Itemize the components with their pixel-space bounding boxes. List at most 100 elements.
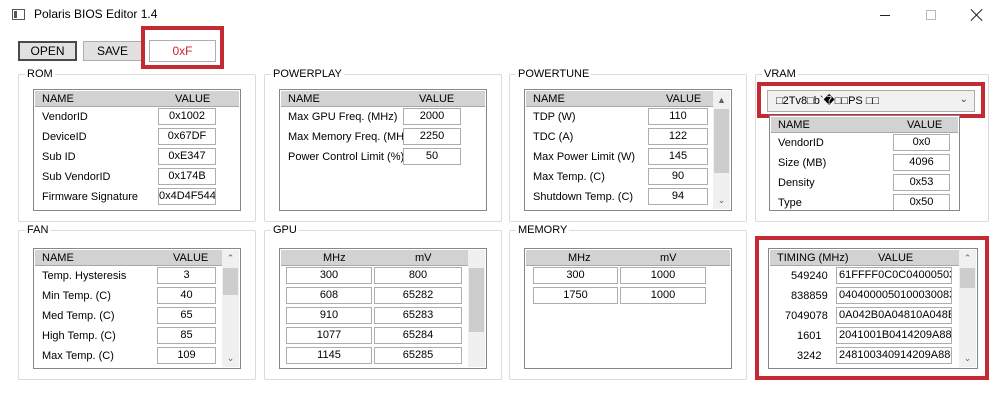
powertune-scrollbar[interactable]: ▲ ⌄ — [713, 91, 730, 209]
value-input[interactable]: 3 — [157, 267, 216, 284]
scroll-down-arrow-icon[interactable]: ⌄ — [713, 192, 730, 209]
mv-input[interactable]: 1000 — [620, 287, 706, 304]
mhz-input[interactable]: 1145 — [286, 347, 372, 364]
open-button[interactable]: OPEN — [18, 41, 77, 61]
row-label: DeviceID — [42, 131, 87, 143]
gpu-scrollbar[interactable] — [468, 250, 485, 367]
value-input[interactable]: 0x4D4F5441 — [158, 188, 216, 205]
mhz-input[interactable]: 1077 — [286, 327, 372, 344]
powerplay-table-header: NAME VALUE — [281, 91, 485, 107]
save-button[interactable]: SAVE — [83, 41, 142, 61]
timing-value-input[interactable]: 0A042B0A04810A048B0A — [836, 307, 952, 324]
timing-value-input[interactable]: 248100340914209A8800A — [836, 347, 952, 364]
table-row: 300 800 — [281, 266, 469, 286]
vram-table: NAME VALUE VendorID 0x0 Size (MB) 4096 D… — [769, 115, 960, 211]
column-header-mv: mV — [415, 252, 432, 264]
value-input[interactable]: 40 — [157, 287, 216, 304]
table-row: Max Temp. (C) 90 — [526, 167, 714, 187]
mhz-input[interactable]: 910 — [286, 307, 372, 324]
minimize-button[interactable] — [862, 0, 908, 30]
scrollbar-thumb[interactable] — [714, 109, 729, 173]
mhz-input[interactable]: 300 — [533, 267, 618, 284]
value-input[interactable]: 90 — [648, 168, 708, 185]
mv-input[interactable]: 65283 — [374, 307, 462, 324]
timing-scrollbar[interactable]: ⌃ ⌄ — [959, 250, 976, 367]
row-label: Med Temp. (C) — [42, 310, 115, 322]
scrollbar-thumb[interactable] — [223, 268, 238, 295]
column-header-name: NAME — [778, 119, 810, 131]
mv-input[interactable]: 800 — [374, 267, 462, 284]
fan-table[interactable]: NAME VALUE Temp. Hysteresis 3 Min Temp. … — [33, 248, 241, 369]
mhz-input[interactable]: 608 — [286, 287, 372, 304]
value-input[interactable]: 0x174B — [158, 168, 216, 185]
chevron-down-icon: ⌄ — [959, 94, 968, 105]
mhz-input[interactable]: 300 — [286, 267, 372, 284]
value-input[interactable]: 2250 — [403, 128, 461, 145]
timing-value-input[interactable]: 2041001B0414209A8800A — [836, 327, 952, 344]
value-input[interactable]: 85 — [157, 327, 216, 344]
row-label: VendorID — [42, 111, 88, 123]
mhz-input[interactable]: 1750 — [533, 287, 618, 304]
mv-input[interactable]: 65285 — [374, 347, 462, 364]
value-input[interactable]: 145 — [648, 148, 708, 165]
row-label: Density — [778, 177, 815, 189]
timing-mhz-label: 1601 — [797, 330, 822, 342]
hex-value-field[interactable]: 0xF — [149, 40, 216, 62]
table-row: Temp. Hysteresis 3 — [35, 266, 223, 286]
value-input[interactable]: 2000 — [403, 108, 461, 125]
value-input[interactable]: 0x67DF — [158, 128, 216, 145]
powertune-table[interactable]: NAME VALUE TDP (W) 110 TDC (A) 122 Max P… — [524, 89, 732, 211]
column-header-value: VALUE — [175, 93, 211, 105]
value-input[interactable]: 0x0 — [893, 134, 950, 151]
table-row: TDC (A) 122 — [526, 127, 714, 147]
table-row: 608 65282 — [281, 286, 469, 306]
mv-input[interactable]: 1000 — [620, 267, 706, 284]
table-row: Firmware Signature 0x4D4F5441 — [35, 187, 240, 207]
column-header-value: VALUE — [878, 252, 914, 264]
gpu-table[interactable]: MHz mV 300 800 608 65282 910 65283 1077 … — [279, 248, 487, 369]
rom-table: NAME VALUE VendorID 0x1002 DeviceID 0x67… — [33, 89, 241, 211]
column-header-mhz: MHz — [323, 252, 346, 264]
table-row: Med Temp. (C) 65 — [35, 306, 223, 326]
timing-value-input[interactable]: 04040000501000300831A0 — [836, 287, 952, 304]
timing-mhz-label: 7049078 — [785, 310, 828, 322]
value-input[interactable]: 0x50 — [893, 194, 950, 210]
value-input[interactable]: 65 — [157, 307, 216, 324]
minimize-icon — [880, 14, 890, 16]
value-input[interactable]: 50 — [403, 148, 461, 165]
table-row: Density 0x53 — [771, 173, 959, 193]
value-input[interactable]: 0x53 — [893, 174, 950, 191]
timing-table[interactable]: TIMING (MHz) VALUE 549240 61FFFF0C0C0400… — [768, 248, 978, 369]
value-input[interactable]: 110 — [648, 108, 708, 125]
scroll-down-arrow-icon[interactable]: ⌄ — [222, 350, 239, 367]
scroll-up-arrow-icon[interactable]: ⌃ — [959, 250, 976, 267]
value-input[interactable]: 0x1002 — [158, 108, 216, 125]
column-header-name: NAME — [533, 93, 565, 105]
timing-value-input[interactable]: 61FFFF0C0C04000503000 — [836, 267, 952, 284]
vram-select[interactable]: □2Tv8□b`�□□PS □□ ⌄ — [767, 90, 975, 112]
fan-scrollbar[interactable]: ⌃ ⌄ — [222, 250, 239, 367]
maximize-icon — [926, 10, 936, 20]
close-button[interactable] — [954, 0, 1000, 30]
maximize-button[interactable] — [908, 0, 954, 30]
scroll-down-arrow-icon[interactable]: ⌄ — [959, 350, 976, 367]
scroll-up-arrow-icon[interactable]: ▲ — [713, 91, 730, 108]
scroll-up-arrow-icon[interactable]: ⌃ — [222, 250, 239, 267]
value-input[interactable]: 122 — [648, 128, 708, 145]
column-header-mv: mV — [660, 252, 677, 264]
table-row: TDP (W) 110 — [526, 107, 714, 127]
mv-input[interactable]: 65284 — [374, 327, 462, 344]
scrollbar-thumb[interactable] — [469, 268, 484, 332]
value-input[interactable]: 4096 — [893, 154, 950, 171]
rom-group-title: ROM — [25, 67, 55, 81]
powerplay-group-title: POWERPLAY — [271, 67, 344, 81]
column-header-name: NAME — [288, 93, 320, 105]
mv-input[interactable]: 65282 — [374, 287, 462, 304]
value-input[interactable]: 109 — [157, 347, 216, 364]
value-input[interactable]: 94 — [648, 188, 708, 205]
title-bar[interactable]: Polaris BIOS Editor 1.4 — [0, 0, 1008, 30]
memory-table-header: MHz mV — [526, 250, 730, 266]
value-input[interactable]: 0xE347 — [158, 148, 216, 165]
scrollbar-thumb[interactable] — [960, 268, 975, 288]
table-row: Min Temp. (C) 40 — [35, 286, 223, 306]
